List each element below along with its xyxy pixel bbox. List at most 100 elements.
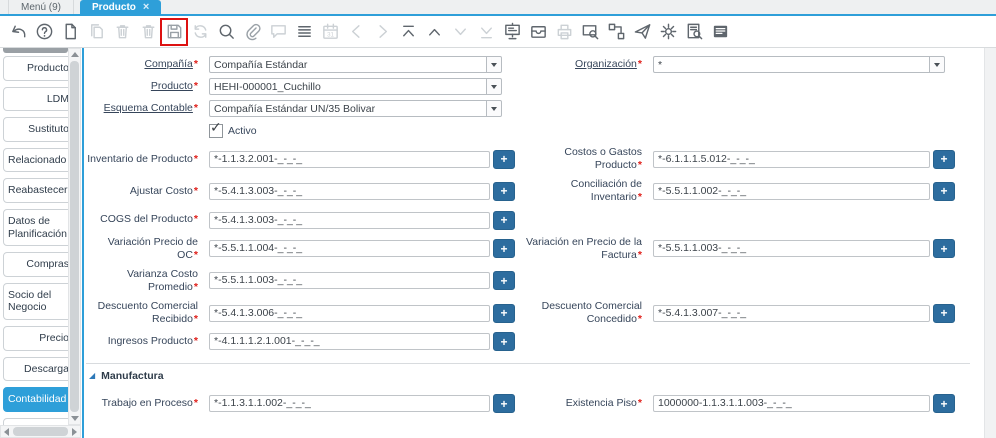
account-combination-button[interactable]: + — [933, 239, 955, 259]
toolbar: 31 — [0, 16, 996, 48]
dropdown-arrow-icon[interactable] — [929, 57, 944, 72]
account-field[interactable]: *-5.5.1.1.002-_-_-_ — [653, 182, 930, 200]
scroll-left-icon[interactable] — [1, 426, 12, 437]
archive-icon[interactable] — [527, 21, 549, 43]
account-combination-button[interactable]: + — [933, 149, 955, 169]
collapse-section-icon[interactable]: ◢ — [89, 372, 95, 380]
sidebar-vertical-scrollbar[interactable] — [68, 48, 81, 425]
field-label: Ingresos Producto* — [107, 335, 198, 348]
field-label: Trabajo en Proceso* — [101, 397, 198, 410]
last-record-icon[interactable] — [475, 21, 497, 43]
sidebar-tab-datos-de-planificacion[interactable]: Datos de Planificación — [3, 208, 68, 247]
account-combination-button[interactable]: + — [493, 332, 515, 352]
sidebar-tab-socio-del-negocio[interactable]: Socio del Negocio — [3, 282, 68, 320]
undo-icon[interactable] — [7, 21, 29, 43]
field-label-organizacion[interactable]: Organización* — [519, 58, 649, 71]
dropdown-arrow-icon[interactable] — [486, 101, 501, 116]
sidebar-tab-ldm[interactable]: LDM — [3, 86, 68, 112]
scroll-up-icon[interactable] — [69, 49, 80, 60]
find-icon[interactable] — [215, 21, 237, 43]
form-icon[interactable] — [709, 21, 731, 43]
account-combination-button[interactable]: + — [933, 181, 955, 201]
workflow-icon[interactable] — [605, 21, 627, 43]
delete-record-icon[interactable] — [111, 21, 133, 43]
next-record-icon[interactable] — [449, 21, 471, 43]
sidebar-tab-reabastecer[interactable]: Reabastecer — [3, 178, 68, 203]
account-combination-button[interactable]: + — [933, 394, 955, 414]
organizacion-select[interactable]: * — [653, 56, 945, 73]
window-body: Producto LDM Sustituto Relacionado Reabastec… — [0, 48, 996, 438]
new-record-icon[interactable] — [59, 21, 81, 43]
detail-record-icon[interactable] — [371, 21, 393, 43]
scroll-down-icon[interactable] — [69, 413, 80, 424]
sidebar-tab-transacciones[interactable]: Transacciones — [3, 417, 68, 425]
dropdown-arrow-icon[interactable] — [486, 79, 501, 94]
account-combination-button[interactable]: + — [493, 271, 515, 291]
tab-menu[interactable]: Menú (9) — [8, 0, 75, 14]
account-combination-button[interactable]: + — [493, 181, 515, 201]
section-header-manufactura[interactable]: ◢ Manufactura — [86, 369, 984, 387]
sidebar-tab-producto[interactable]: Producto — [3, 56, 68, 81]
account-combination-button[interactable]: + — [933, 303, 955, 323]
account-field[interactable]: *-5.4.1.3.006-_-_-_ — [209, 304, 490, 322]
grid-toggle-icon[interactable] — [293, 21, 315, 43]
print-icon[interactable] — [553, 21, 575, 43]
vertical-scrollbar-thumb[interactable] — [70, 61, 79, 412]
sidebar-tab-relacionado[interactable]: Relacionado — [3, 147, 68, 173]
field-label-producto[interactable]: Producto* — [86, 80, 205, 93]
copy-record-icon[interactable] — [85, 21, 107, 43]
product-info-icon[interactable] — [683, 21, 705, 43]
activo-checkbox[interactable]: ✓ — [209, 119, 223, 138]
chat-icon[interactable] — [267, 21, 289, 43]
account-field[interactable]: *-1.1.3.1.1.002-_-_-_ — [209, 395, 490, 413]
horizontal-scrollbar-thumb[interactable] — [13, 427, 68, 436]
account-field[interactable]: *-5.5.1.1.004-_-_-_ — [209, 240, 490, 258]
compania-select[interactable]: Compañía Estándar — [209, 56, 502, 73]
close-tab-icon[interactable]: × — [143, 1, 149, 13]
compania-value: Compañía Estándar — [214, 58, 308, 71]
calendar-icon[interactable]: 31 — [319, 21, 341, 43]
account-field[interactable]: *-1.1.3.2.001-_-_-_ — [209, 150, 490, 168]
scroll-right-icon[interactable] — [69, 426, 80, 437]
content-vertical-scrollbar[interactable] — [984, 48, 996, 438]
sidebar-tab-contabilidad[interactable]: Contabilidad — [3, 387, 68, 412]
save-icon[interactable] — [160, 17, 188, 46]
report-icon[interactable] — [501, 21, 523, 43]
delete-selection-icon[interactable] — [137, 21, 159, 43]
sidebar-tab-descarga[interactable]: Descarga — [3, 356, 68, 382]
parent-record-icon[interactable] — [345, 21, 367, 43]
send-icon[interactable] — [631, 21, 653, 43]
account-field[interactable]: *-5.4.1.3.003-_-_-_ — [209, 182, 490, 200]
refresh-icon[interactable] — [189, 21, 211, 43]
account-combination-button[interactable]: + — [493, 239, 515, 259]
account-combination-button[interactable]: + — [493, 303, 515, 323]
account-combination-button[interactable]: + — [493, 210, 515, 230]
screenshot-icon[interactable] — [579, 21, 601, 43]
account-field[interactable]: *-5.4.1.3.003-_-_-_ — [209, 211, 490, 229]
sidebar-horizontal-scrollbar[interactable] — [0, 425, 81, 438]
sidebar-tab-sustituto[interactable]: Sustituto — [3, 117, 68, 142]
attachment-icon[interactable] — [241, 21, 263, 43]
account-field[interactable]: *-6.1.1.1.5.012-_-_-_ — [653, 150, 930, 168]
first-record-icon[interactable] — [397, 21, 419, 43]
sidebar-tab-precio[interactable]: Precio — [3, 325, 68, 351]
account-field[interactable]: *-5.5.1.1.003-_-_-_ — [653, 240, 930, 258]
account-field[interactable]: *-5.5.1.1.003-_-_-_ — [209, 272, 490, 290]
account-field[interactable]: *-5.4.1.3.007-_-_-_ — [653, 304, 930, 322]
product-window: Menú (9) Producto × 31 Producto LDM Sustit… — [0, 0, 996, 438]
previous-record-icon[interactable] — [423, 21, 445, 43]
account-field[interactable]: 1000000-1.1.3.1.1.003-_-_-_ — [653, 395, 930, 413]
account-field[interactable]: *-4.1.1.1.2.1.001-_-_-_ — [209, 333, 490, 351]
tab-producto-label: Producto — [92, 1, 136, 13]
account-combination-button[interactable]: + — [493, 394, 515, 414]
field-label-esquema-contable[interactable]: Esquema Contable* — [86, 102, 205, 115]
preferences-icon[interactable] — [657, 21, 679, 43]
producto-select[interactable]: HEHI-000001_Cuchillo — [209, 78, 502, 95]
account-combination-button[interactable]: + — [493, 149, 515, 169]
tab-producto[interactable]: Producto × — [80, 0, 162, 14]
sidebar-tab-compras[interactable]: Compras — [3, 252, 68, 277]
field-label-compania[interactable]: Compañía* — [86, 58, 205, 71]
esquema-contable-select[interactable]: Compañía Estándar UN/35 Bolivar — [209, 100, 502, 117]
help-icon[interactable] — [33, 21, 55, 43]
dropdown-arrow-icon[interactable] — [486, 57, 501, 72]
